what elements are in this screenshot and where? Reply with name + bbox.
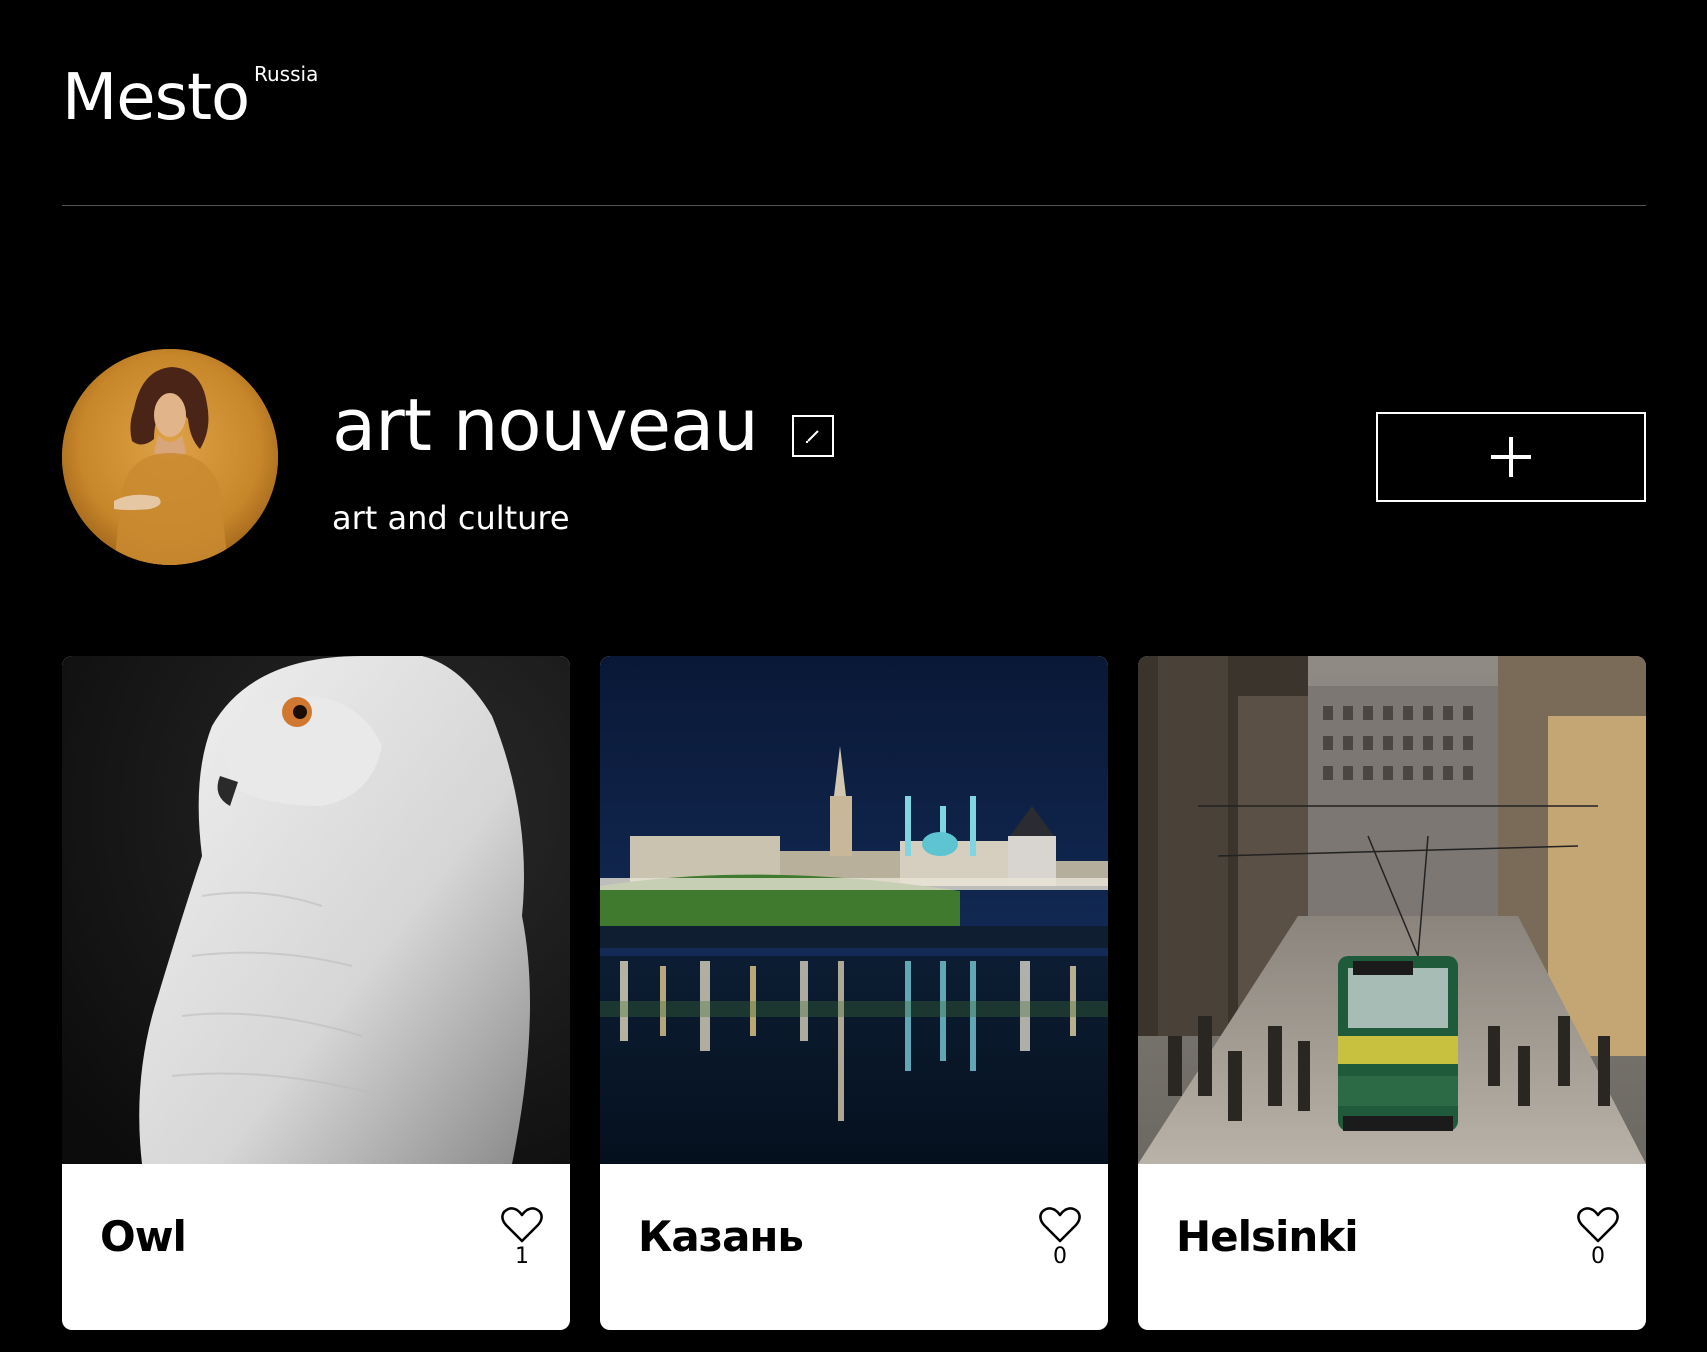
card-title: Казань [638, 1212, 804, 1261]
snowy-owl-photo-icon [62, 656, 570, 1164]
avatar[interactable] [62, 349, 278, 565]
like-count: 0 [1053, 1244, 1067, 1269]
logo-region: Russia [254, 62, 319, 86]
card: Helsinki 0 [1138, 656, 1646, 1330]
profile-name: art nouveau [332, 383, 759, 467]
like-button[interactable] [500, 1206, 544, 1244]
card-footer: Helsinki 0 [1138, 1164, 1646, 1330]
like-count: 1 [515, 1244, 529, 1269]
card-image-helsinki[interactable] [1138, 656, 1646, 1164]
plus-icon [1491, 437, 1531, 477]
card-title: Helsinki [1176, 1212, 1359, 1261]
card: Owl 1 [62, 656, 570, 1330]
card-footer: Owl 1 [62, 1164, 570, 1330]
add-card-button[interactable] [1376, 412, 1646, 502]
logo[interactable]: Mesto [62, 66, 250, 130]
heart-icon [1039, 1207, 1081, 1243]
like-group: 0 [1038, 1206, 1082, 1268]
like-button[interactable] [1576, 1206, 1620, 1244]
like-count: 0 [1591, 1244, 1605, 1269]
header: Mesto Russia [62, 60, 1646, 206]
profile: art nouveau art and culture [62, 349, 1646, 565]
edit-profile-button[interactable] [792, 415, 834, 457]
card-title: Owl [100, 1212, 187, 1261]
pencil-icon [806, 430, 819, 443]
card-image-owl[interactable] [62, 656, 570, 1164]
like-group: 1 [500, 1206, 544, 1268]
like-group: 0 [1576, 1206, 1620, 1268]
heart-icon [501, 1207, 543, 1243]
like-button[interactable] [1038, 1206, 1082, 1244]
heart-icon [1577, 1207, 1619, 1243]
profile-about: art and culture [332, 499, 570, 537]
cards-grid: Owl 1 Казань 0 Helsinki 0 [62, 656, 1646, 1330]
portrait-painting-icon [62, 349, 278, 565]
card-footer: Казань 0 [600, 1164, 1108, 1330]
card: Казань 0 [600, 656, 1108, 1330]
helsinki-tram-street-photo-icon [1138, 656, 1646, 1164]
kazan-kremlin-night-photo-icon [600, 656, 1108, 1164]
card-image-kazan[interactable] [600, 656, 1108, 1164]
